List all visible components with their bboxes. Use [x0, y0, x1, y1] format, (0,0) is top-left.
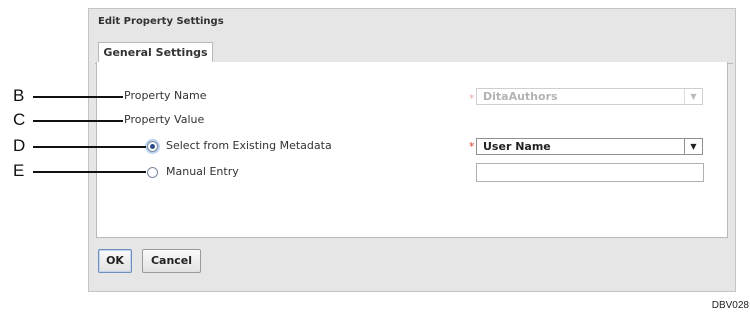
manual-entry-label[interactable]: Manual Entry — [166, 165, 239, 178]
ok-button[interactable]: OK — [98, 249, 132, 273]
property-name-label: Property Name — [124, 89, 207, 102]
property-value-label: Property Value — [124, 113, 205, 126]
tab-strip: General Settings — [95, 41, 733, 64]
chevron-down-icon[interactable]: ▼ — [684, 139, 702, 154]
callout-c: C — [13, 110, 26, 129]
callout-e: E — [13, 161, 25, 180]
leader-line-c — [33, 120, 123, 122]
metadata-select[interactable]: User Name ▼ — [476, 138, 703, 155]
required-marker-dim: * — [469, 92, 475, 105]
callout-b: B — [13, 86, 25, 105]
required-marker: * — [469, 140, 475, 153]
leader-line-b — [33, 96, 123, 98]
edit-property-dialog: Edit Property Settings General Settings … — [88, 8, 736, 292]
metadata-select-value: User Name — [483, 140, 551, 153]
existing-metadata-label[interactable]: Select from Existing Metadata — [166, 139, 332, 152]
cancel-button[interactable]: Cancel — [142, 249, 201, 273]
dialog-title: Edit Property Settings — [98, 16, 224, 27]
figure-id: DBV028 — [711, 300, 749, 311]
property-name-select: DitaAuthors ▼ — [476, 88, 703, 105]
property-name-value: DitaAuthors — [483, 90, 558, 103]
existing-metadata-radio[interactable] — [147, 141, 158, 152]
leader-line-e — [33, 171, 146, 173]
callout-d: D — [13, 136, 26, 155]
manual-entry-field[interactable] — [476, 163, 704, 182]
leader-line-d — [33, 146, 146, 148]
manual-entry-radio[interactable] — [147, 167, 158, 178]
tab-general-settings[interactable]: General Settings — [98, 42, 213, 64]
chevron-down-icon: ▼ — [684, 89, 702, 104]
